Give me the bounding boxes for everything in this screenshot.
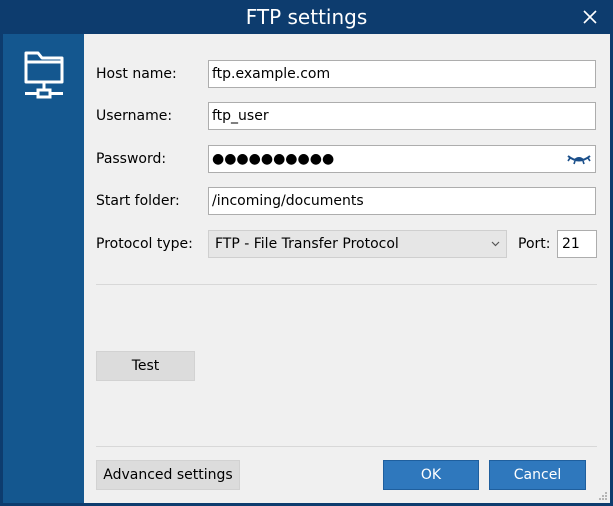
port-field[interactable]: 21: [557, 230, 597, 258]
chevron-down-icon: [491, 241, 500, 247]
start-folder-field[interactable]: /incoming/documents: [208, 187, 596, 215]
ok-button[interactable]: OK: [383, 460, 479, 490]
window-title: FTP settings: [245, 5, 368, 29]
divider: [96, 284, 597, 285]
username-label: Username:: [96, 108, 173, 124]
start-folder-label: Start folder:: [96, 193, 180, 209]
host-name-field[interactable]: ftp.example.com: [208, 60, 596, 88]
close-icon: [583, 10, 597, 24]
sidebar: [3, 34, 84, 503]
password-label: Password:: [96, 151, 167, 167]
protocol-type-value: FTP - File Transfer Protocol: [215, 236, 399, 252]
password-value: ●●●●●●●●●●: [212, 151, 335, 167]
network-folder-icon: [24, 51, 64, 99]
username-field[interactable]: ftp_user: [208, 102, 596, 130]
cancel-button[interactable]: Cancel: [489, 460, 586, 490]
close-button[interactable]: [575, 3, 605, 31]
divider: [96, 446, 597, 447]
host-name-label: Host name:: [96, 66, 177, 82]
password-field[interactable]: ●●●●●●●●●●: [208, 145, 596, 173]
advanced-settings-button[interactable]: Advanced settings: [96, 460, 240, 490]
port-label: Port:: [518, 236, 551, 252]
title-bar: FTP settings: [0, 0, 613, 34]
show-password-eye-icon[interactable]: [567, 151, 591, 167]
protocol-type-select[interactable]: FTP - File Transfer Protocol: [208, 230, 507, 258]
protocol-type-label: Protocol type:: [96, 236, 193, 252]
test-button[interactable]: Test: [96, 351, 195, 381]
settings-panel: Host name: ftp.example.com Username: ftp…: [84, 34, 610, 503]
resize-grip-icon[interactable]: [598, 491, 608, 501]
